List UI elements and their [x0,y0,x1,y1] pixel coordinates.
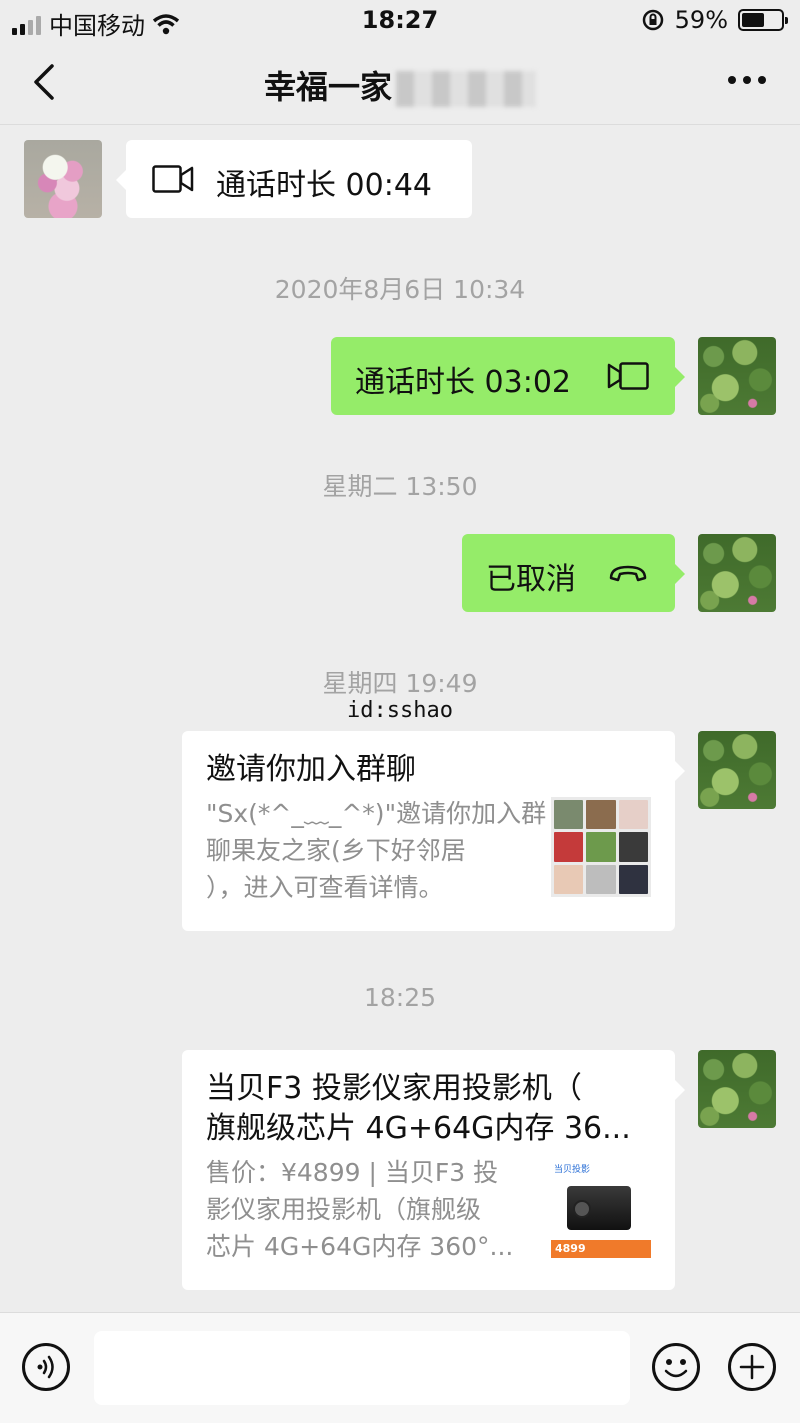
timestamp: 2020年8月6日 10:34 [274,275,526,304]
phone-hangup-icon [609,565,647,582]
nav-bar: 幸福一家 [0,40,800,125]
card-desc-line: ），进入可查看详情。 [206,873,444,902]
avatar[interactable] [698,731,776,809]
thumb-brand-text: 当贝投影 [554,1165,591,1175]
call-record-bubble[interactable]: 通话时长 00:44 [116,140,472,218]
timestamp: 星期二 13:50 [322,472,478,501]
card-desc-line: "Sx(*^_﹏_^*)"邀请你加入群 [206,799,547,828]
call-duration-text: 通话时长 00:44 [216,168,432,203]
thumb-price-text: 4899 [555,1242,586,1255]
avatar[interactable] [698,534,776,612]
card-desc-line: 聊果友之家(乡下好邻居 [206,836,466,865]
emoji-icon[interactable] [652,1343,700,1391]
battery-icon [738,9,788,31]
avatar[interactable] [698,1050,776,1128]
product-thumbnail: 当贝投影 4899 [551,1160,651,1260]
timestamp: 星期四 19:49 [322,669,478,698]
chat-title: 幸福一家 [0,62,800,108]
product-link-card[interactable]: 当贝F3 投影仪家用投影机（ 旗舰级芯片 4G+64G内存 36... 售价：¥… [182,1050,685,1290]
call-duration-text: 通话时长 03:02 [355,365,571,400]
rotation-lock-icon [642,9,663,31]
card-desc-line: 影仪家用投影机（旗舰级 [206,1195,482,1224]
call-status-text: 已取消 [486,562,576,597]
plus-icon[interactable] [728,1343,776,1391]
card-desc-line: 芯片 4G+64G内存 360°... [206,1232,514,1261]
input-bar [0,1312,800,1423]
group-invite-card[interactable]: 邀请你加入群聊 "Sx(*^_﹏_^*)"邀请你加入群 聊果友之家(乡下好邻居 … [182,731,685,931]
card-title-line: 旗舰级芯片 4G+64G内存 36... [206,1111,631,1146]
card-desc-line: 售价：¥4899 | 当贝F3 投 [206,1158,499,1187]
status-right: 59% [641,6,788,34]
avatar[interactable] [698,337,776,415]
card-title: 邀请你加入群聊 [206,752,416,787]
blurred-region [396,71,536,107]
card-title-line: 当贝F3 投影仪家用投影机（ [206,1071,582,1106]
call-record-bubble[interactable]: 已取消 [462,534,685,612]
video-camera-icon [607,362,649,390]
video-camera-icon [152,165,194,193]
group-avatar-grid [551,797,651,897]
call-record-bubble[interactable]: 通话时长 03:02 [331,337,685,415]
status-bar: 中国移动 18:27 59% [0,0,800,40]
voice-icon[interactable] [22,1343,70,1391]
battery-percent: 59% [674,6,728,34]
watermark-text: id:sshao [347,698,453,723]
projector-lens [573,1200,591,1218]
timestamp: 18:25 [363,983,437,1012]
price-banner: 4899 [551,1240,651,1258]
avatar[interactable] [24,140,102,218]
message-input[interactable] [94,1331,630,1405]
more-dots-icon[interactable] [728,76,766,84]
chat-title-text: 幸福一家 [263,68,392,106]
